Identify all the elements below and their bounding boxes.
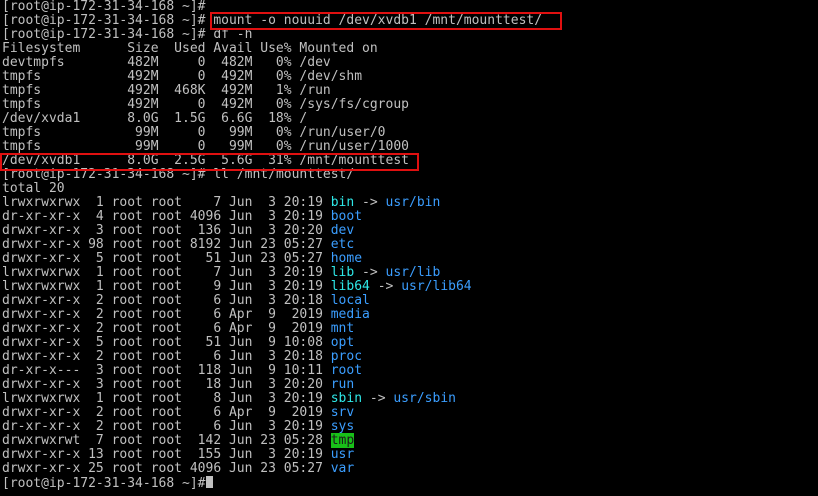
ls-entry-name: tmp: [330, 433, 355, 448]
cursor: [205, 476, 213, 488]
ls-entry-name: proc: [330, 349, 363, 364]
terminal-window[interactable]: [root@ip-172-31-34-168 ~]# [root@ip-172-…: [0, 0, 818, 496]
ls-entry-name: var: [330, 461, 355, 476]
ls-entry-name: boot: [330, 209, 363, 224]
ls-listing: lrwxrwxrwx 1 root root 7 Jun 3 20:19 bin…: [2, 196, 818, 476]
ls-row-meta: lrwxrwxrwx 1 root root 9 Jun 3 20:19: [2, 279, 331, 294]
ls-row: lrwxrwxrwx 1 root root 7 Jun 3 20:19 bin…: [2, 196, 818, 210]
ls-row: drwxr-xr-x 13 root root 155 Jun 3 20:19 …: [2, 448, 818, 462]
prompt: [root@ip-172-31-34-168 ~]#: [2, 167, 206, 182]
ls-entry-name: usr: [330, 447, 355, 462]
terminal-line: [root@ip-172-31-34-168 ~]#: [2, 476, 818, 491]
ls-entry-name: lib64: [330, 279, 370, 294]
ls-row-meta: drwxr-xr-x 3 root root 136 Jun 3 20:20: [2, 223, 331, 238]
df-row: tmpfs 492M 0 492M 0% /sys/fs/cgroup: [2, 97, 409, 112]
ls-row: lrwxrwxrwx 1 root root 9 Jun 3 20:19 lib…: [2, 280, 818, 294]
ls-row: drwxr-xr-x 2 root root 6 Apr 9 2019 mnt: [2, 322, 818, 336]
ls-entry-name: run: [330, 377, 355, 392]
symlink-target: usr/lib: [385, 265, 441, 280]
ls-entry-name: etc: [330, 237, 355, 252]
ls-row: drwxr-xr-x 5 root root 51 Jun 23 05:27 h…: [2, 252, 818, 266]
mount-command: mount -o nouuid /dev/xvdb1 /mnt/mounttes…: [205, 13, 543, 28]
ls-row-meta: dr-xr-x--- 3 root root 118 Jun 9 10:11: [2, 363, 331, 378]
ls-row-meta: lrwxrwxrwx 1 root root 8 Jun 3 20:19: [2, 391, 331, 406]
symlink-target: usr/sbin: [393, 391, 456, 406]
ls-row-meta: drwxr-xr-x 13 root root 155 Jun 3 20:19: [2, 447, 331, 462]
symlink-target: usr/lib64: [401, 279, 472, 294]
ls-entry-name: srv: [330, 405, 355, 420]
ls-row: drwxr-xr-x 2 root root 6 Apr 9 2019 medi…: [2, 308, 818, 322]
prompt: [root@ip-172-31-34-168 ~]#: [2, 0, 206, 14]
ls-row-meta: drwxr-xr-x 5 root root 51 Jun 9 10:08: [2, 335, 331, 350]
ls-entry-name: home: [330, 251, 363, 266]
ls-row: lrwxrwxrwx 1 root root 8 Jun 3 20:19 sbi…: [2, 392, 818, 406]
ls-entry-name: local: [330, 293, 370, 308]
terminal-line: [root@ip-172-31-34-168 ~]# mount -o nouu…: [2, 14, 818, 28]
ls-row-meta: lrwxrwxrwx 1 root root 7 Jun 3 20:19: [2, 265, 331, 280]
df-row: tmpfs 99M 0 99M 0% /run/user/1000: [2, 139, 409, 154]
ls-entry-name: bin: [330, 195, 355, 210]
ls-row: drwxr-xr-x 2 root root 6 Jun 3 20:18 pro…: [2, 350, 818, 364]
df-row: /dev/xvda1 8.0G 1.5G 6.6G 18% /: [2, 111, 308, 126]
ls-row-meta: drwxrwxrwt 7 root root 142 Jun 23 05:28: [2, 433, 331, 448]
ls-row: drwxr-xr-x 3 root root 18 Jun 3 20:20 ru…: [2, 378, 818, 392]
symlink-arrow: ->: [354, 265, 386, 280]
df-header: Filesystem Size Used Avail Use% Mounted …: [2, 41, 378, 56]
ls-row: drwxr-xr-x 3 root root 136 Jun 3 20:20 d…: [2, 224, 818, 238]
ls-row-meta: dr-xr-xr-x 4 root root 4096 Jun 3 20:19: [2, 209, 331, 224]
ls-entry-name: mnt: [330, 321, 355, 336]
ls-entry-name: sys: [330, 419, 355, 434]
symlink-arrow: ->: [362, 391, 394, 406]
ls-row: drwxr-xr-x 25 root root 4096 Jun 23 05:2…: [2, 462, 818, 476]
symlink-arrow: ->: [354, 195, 386, 210]
prompt: [root@ip-172-31-34-168 ~]#: [2, 476, 206, 491]
ls-entry-name: root: [330, 363, 363, 378]
df-row-xvdb1: /dev/xvdb1 8.0G 2.5G 5.6G 31% /mnt/mount…: [2, 153, 409, 168]
ls-row: drwxr-xr-x 2 root root 6 Jun 3 20:18 loc…: [2, 294, 818, 308]
df-row: tmpfs 492M 0 492M 0% /dev/shm: [2, 69, 363, 84]
terminal-line: [root@ip-172-31-34-168 ~]# ll /mnt/mount…: [2, 168, 818, 182]
ls-row-meta: drwxr-xr-x 2 root root 6 Apr 9 2019: [2, 321, 331, 336]
ls-entry-name: lib: [330, 265, 355, 280]
df-row: tmpfs 99M 0 99M 0% /run/user/0: [2, 125, 386, 140]
ls-entry-name: media: [330, 307, 370, 322]
ls-row: drwxr-xr-x 5 root root 51 Jun 9 10:08 op…: [2, 336, 818, 350]
prompt: [root@ip-172-31-34-168 ~]#: [2, 27, 206, 42]
ls-row-meta: drwxr-xr-x 2 root root 6 Jun 3 20:18: [2, 293, 331, 308]
ls-row-meta: drwxr-xr-x 2 root root 6 Apr 9 2019: [2, 405, 331, 420]
ls-entry-name: opt: [330, 335, 355, 350]
df-row: tmpfs 492M 468K 492M 1% /run: [2, 83, 331, 98]
ls-row: drwxr-xr-x 2 root root 6 Apr 9 2019 srv: [2, 406, 818, 420]
ll-command: ll /mnt/mounttest/: [205, 167, 355, 182]
ls-total: total 20: [2, 181, 65, 196]
ls-row-meta: drwxr-xr-x 3 root root 18 Jun 3 20:20: [2, 377, 331, 392]
ls-row-meta: dr-xr-xr-x 2 root root 6 Jun 3 20:19: [2, 419, 331, 434]
ls-row-meta: drwxr-xr-x 2 root root 6 Apr 9 2019: [2, 307, 331, 322]
symlink-arrow: ->: [369, 279, 402, 294]
ls-row-meta: drwxr-xr-x 25 root root 4096 Jun 23 05:2…: [2, 461, 331, 476]
ls-row: drwxrwxrwt 7 root root 142 Jun 23 05:28 …: [2, 433, 818, 448]
ls-row-meta: lrwxrwxrwx 1 root root 7 Jun 3 20:19: [2, 195, 331, 210]
terminal-line: [root@ip-172-31-34-168 ~]# df -h: [2, 28, 818, 42]
ls-row-meta: drwxr-xr-x 5 root root 51 Jun 23 05:27: [2, 251, 331, 266]
ls-row-meta: drwxr-xr-x 2 root root 6 Jun 3 20:18: [2, 349, 331, 364]
ls-row: drwxr-xr-x 98 root root 8192 Jun 23 05:2…: [2, 238, 818, 252]
ls-row: dr-xr-xr-x 2 root root 6 Jun 3 20:19 sys: [2, 420, 818, 434]
ls-entry-name: sbin: [330, 391, 363, 406]
ls-row-meta: drwxr-xr-x 98 root root 8192 Jun 23 05:2…: [2, 237, 331, 252]
df-command: df -h: [205, 27, 253, 42]
terminal-line: [root@ip-172-31-34-168 ~]#: [2, 0, 818, 14]
ls-row: dr-xr-xr-x 4 root root 4096 Jun 3 20:19 …: [2, 210, 818, 224]
symlink-target: usr/bin: [385, 195, 441, 210]
prompt: [root@ip-172-31-34-168 ~]#: [2, 13, 206, 28]
ls-entry-name: dev: [330, 223, 355, 238]
df-row: devtmpfs 482M 0 482M 0% /dev: [2, 55, 331, 70]
ls-row: lrwxrwxrwx 1 root root 7 Jun 3 20:19 lib…: [2, 266, 818, 280]
ls-row: dr-xr-x--- 3 root root 118 Jun 9 10:11 r…: [2, 364, 818, 378]
